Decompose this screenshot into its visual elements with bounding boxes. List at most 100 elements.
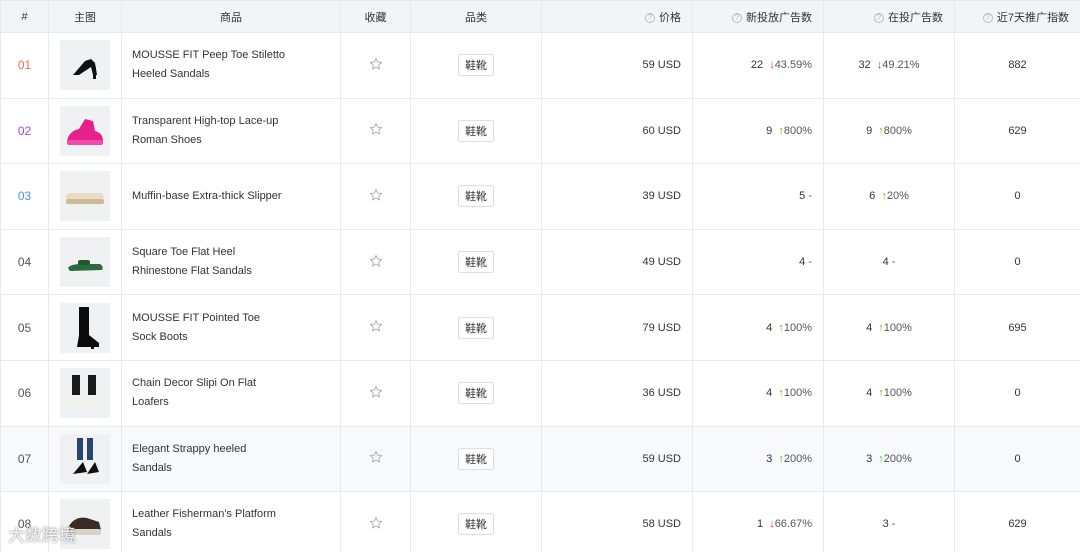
new-ads-cell: 4 -	[692, 228, 824, 296]
sock-boot-icon[interactable]	[60, 302, 110, 353]
star-icon[interactable]	[369, 122, 383, 136]
rank-cell: 04	[0, 228, 49, 296]
table-row[interactable]: 03 Muffin-base Extra-thick Slipper 鞋靴 39 US…	[0, 163, 1080, 230]
image-cell	[48, 359, 122, 427]
category-tag[interactable]: 鞋靴	[458, 185, 494, 208]
price-cell: 59 USD	[541, 32, 693, 99]
table-row[interactable]: 02 Transparent High-top Lace-up Roman Shoe…	[0, 97, 1080, 165]
category-cell: 鞋靴	[410, 359, 542, 427]
product-name-cell[interactable]: Leather Fisherman's Platform Sandals	[121, 491, 341, 552]
loafer-icon[interactable]	[60, 368, 110, 419]
product-name-line[interactable]: MOUSSE FIT Pointed Toe	[132, 309, 330, 328]
category-tag[interactable]: 鞋靴	[458, 316, 494, 339]
header-index-7d[interactable]: ? 近7天推广指数	[954, 0, 1080, 33]
product-name-line[interactable]: Sandals	[132, 459, 330, 478]
platform-sandal-icon[interactable]	[60, 499, 110, 550]
star-icon[interactable]	[369, 188, 383, 202]
table-row[interactable]: 07 Elegant Strappy heeled Sandals 鞋靴 59 USD 3…	[0, 425, 1080, 493]
rank-cell: 02	[0, 97, 49, 165]
product-name-cell[interactable]: MOUSSE FIT Peep Toe Stiletto Heeled Sanda…	[121, 32, 341, 99]
star-icon[interactable]	[369, 57, 383, 71]
green-sandal-icon[interactable]	[60, 237, 110, 288]
product-name-line[interactable]: Loafers	[132, 393, 330, 412]
header-product: 商品	[121, 0, 341, 33]
active-ads-count: 6	[869, 190, 876, 203]
category-tag[interactable]: 鞋靴	[458, 382, 494, 405]
product-name-line[interactable]: Leather Fisherman's Platform	[132, 505, 330, 524]
header-category: 品类	[410, 0, 542, 33]
slipper-icon[interactable]	[60, 171, 110, 222]
help-icon[interactable]: ?	[982, 12, 993, 23]
table-row[interactable]: 05 MOUSSE FIT Pointed Toe Sock Boots 鞋靴 79 U…	[0, 294, 1080, 361]
product-name-line[interactable]: Sandals	[132, 524, 330, 543]
table-row[interactable]: 06 Chain Decor Slipi On Flat Loafers 鞋靴 36 U…	[0, 359, 1080, 427]
product-name-line[interactable]: MOUSSE FIT Peep Toe Stiletto	[132, 46, 330, 65]
strappy-heel-icon[interactable]	[60, 433, 110, 484]
product-name-line[interactable]: Roman Shoes	[132, 131, 330, 150]
index-7d-cell: 0	[954, 163, 1080, 230]
category-tag[interactable]: 鞋靴	[458, 251, 494, 274]
help-icon[interactable]: ?	[874, 12, 884, 23]
new-ads-count: 22	[750, 59, 764, 72]
active-ads-count: 4	[866, 387, 873, 400]
price-cell: 36 USD	[541, 359, 693, 427]
pink-shoe-icon[interactable]	[60, 105, 110, 156]
new-ads-cell: 5 -	[692, 163, 824, 230]
product-name-cell[interactable]: MOUSSE FIT Pointed Toe Sock Boots	[121, 294, 341, 361]
category-tag[interactable]: 鞋靴	[458, 54, 494, 77]
product-name-line[interactable]: Elegant Strappy heeled	[132, 440, 330, 459]
product-name-cell[interactable]: Transparent High-top Lace-up Roman Shoes	[121, 97, 341, 165]
category-cell: 鞋靴	[410, 228, 542, 296]
table-row[interactable]: 01 MOUSSE FIT Peep Toe Stiletto Heeled San…	[0, 32, 1080, 99]
product-name-line[interactable]: Square Toe Flat Heel	[132, 243, 330, 262]
new-ads-count: 3	[766, 452, 773, 465]
category-tag[interactable]: 鞋靴	[458, 513, 494, 536]
rank-cell: 03	[0, 163, 49, 230]
active-ads-cell: 32 ↓49.21%	[823, 32, 955, 99]
active-ads-cell: 9 ↑800%	[823, 97, 955, 165]
favorite-cell	[340, 163, 411, 230]
table-row[interactable]: 08 Leather Fisherman's Platform Sandals 鞋靴 5…	[0, 491, 1080, 552]
star-icon[interactable]	[369, 254, 383, 268]
product-name-line[interactable]: Sock Boots	[132, 328, 330, 347]
product-name-cell[interactable]: Muffin-base Extra-thick Slipper	[121, 163, 341, 230]
product-name-cell[interactable]: Chain Decor Slipi On Flat Loafers	[121, 359, 341, 427]
price-cell: 60 USD	[541, 97, 693, 165]
product-name-line[interactable]: Heeled Sandals	[132, 65, 330, 84]
header-active-ads[interactable]: ? 在投广告数	[823, 0, 955, 33]
header-new-ads[interactable]: ? 新投放广告数	[692, 0, 824, 33]
image-cell	[48, 97, 122, 165]
active-ads-change: 100%	[883, 387, 912, 400]
favorite-cell	[340, 228, 411, 296]
image-cell	[48, 294, 122, 361]
star-icon[interactable]	[369, 319, 383, 333]
product-name-line[interactable]: Rhinestone Flat Sandals	[132, 262, 330, 281]
product-name-line[interactable]: Chain Decor Slipi On Flat	[132, 374, 330, 393]
help-icon[interactable]: ?	[645, 12, 655, 23]
product-name-cell[interactable]: Elegant Strappy heeled Sandals	[121, 425, 341, 493]
category-tag[interactable]: 鞋靴	[458, 447, 494, 470]
category-tag[interactable]: 鞋靴	[458, 119, 494, 142]
product-name-cell[interactable]: Square Toe Flat Heel Rhinestone Flat Sand…	[121, 228, 341, 296]
help-icon[interactable]: ?	[732, 12, 742, 23]
rank-cell: 01	[0, 32, 49, 99]
table-row[interactable]: 04 Square Toe Flat Heel Rhinestone Flat Sa…	[0, 228, 1080, 296]
new-ads-change: 66.67%	[774, 518, 812, 531]
image-cell	[48, 491, 122, 552]
index-7d-cell: 882	[954, 32, 1080, 99]
new-ads-change: -	[808, 256, 812, 269]
new-ads-cell: 1 ↓66.67%	[692, 491, 824, 552]
star-icon[interactable]	[369, 385, 383, 399]
active-ads-change: 100%	[883, 321, 912, 334]
favorite-cell	[340, 491, 411, 552]
price-cell: 49 USD	[541, 228, 693, 296]
star-icon[interactable]	[369, 516, 383, 530]
product-name-line[interactable]: Muffin-base Extra-thick Slipper	[132, 187, 330, 206]
new-ads-change: 200%	[783, 452, 812, 465]
product-name-line[interactable]: Transparent High-top Lace-up	[132, 112, 330, 131]
header-price[interactable]: ? 价格	[541, 0, 693, 33]
new-ads-count: 5	[799, 190, 806, 203]
heel-sandal-icon[interactable]	[60, 40, 110, 91]
star-icon[interactable]	[369, 450, 383, 464]
index-7d-cell: 0	[954, 359, 1080, 427]
